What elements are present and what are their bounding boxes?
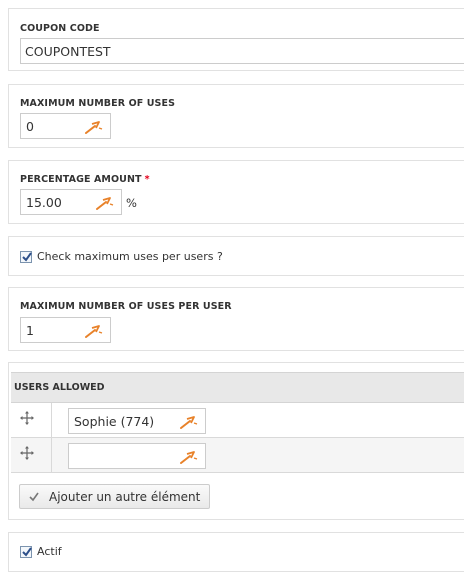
coupon-code-value: COUPONTEST bbox=[25, 44, 111, 59]
required-marker: * bbox=[144, 174, 150, 185]
actif-label: Actif bbox=[37, 545, 62, 558]
checkmark-icon bbox=[22, 252, 32, 262]
drag-handle-icon[interactable] bbox=[20, 411, 34, 425]
checkmark-icon bbox=[22, 547, 32, 557]
user-autocomplete-input[interactable]: Sophie (774) bbox=[68, 408, 206, 434]
add-another-item-label: Ajouter un autre élément bbox=[49, 490, 201, 504]
row-divider bbox=[51, 403, 52, 437]
user-autocomplete-input[interactable] bbox=[68, 443, 206, 469]
users-allowed-header: USERS ALLOWED bbox=[11, 372, 464, 403]
percentage-label: PERCENTAGE AMOUNT * bbox=[20, 174, 150, 185]
max-uses-per-user-label: MAXIMUM NUMBER OF USES PER USER bbox=[20, 301, 232, 312]
user-value: Sophie (774) bbox=[74, 414, 155, 429]
drag-handle-icon[interactable] bbox=[20, 446, 34, 460]
table-row: Sophie (774) bbox=[11, 403, 464, 438]
check-per-user-panel: Check maximum uses per users ? bbox=[8, 236, 464, 276]
actif-panel: Actif bbox=[8, 532, 464, 572]
coupon-code-label: COUPON CODE bbox=[20, 23, 100, 34]
add-another-item-button[interactable]: Ajouter un autre élément bbox=[19, 484, 210, 509]
max-uses-input[interactable]: 0 bbox=[20, 113, 111, 139]
autocomplete-wand-icon[interactable] bbox=[95, 195, 115, 211]
percentage-unit: % bbox=[126, 196, 137, 210]
coupon-code-input[interactable]: COUPONTEST bbox=[20, 38, 464, 64]
percentage-value: 15.00 bbox=[26, 195, 62, 210]
autocomplete-wand-icon[interactable] bbox=[84, 323, 104, 339]
percentage-input[interactable]: 15.00 bbox=[20, 189, 122, 215]
row-divider bbox=[51, 438, 52, 472]
table-row bbox=[11, 438, 464, 473]
check-per-user-checkbox[interactable] bbox=[20, 251, 32, 263]
max-uses-value: 0 bbox=[26, 119, 34, 134]
actif-checkbox[interactable] bbox=[20, 546, 32, 558]
coupon-code-panel: COUPON CODE COUPONTEST bbox=[8, 8, 464, 71]
max-uses-label: MAXIMUM NUMBER OF USES bbox=[20, 98, 176, 109]
percentage-panel: PERCENTAGE AMOUNT * 15.00 % bbox=[8, 160, 464, 224]
autocomplete-wand-icon[interactable] bbox=[179, 414, 199, 430]
check-per-user-label: Check maximum uses per users ? bbox=[37, 250, 223, 263]
users-allowed-title: USERS ALLOWED bbox=[14, 382, 105, 393]
checkmark-icon bbox=[29, 492, 39, 502]
percentage-label-text: PERCENTAGE AMOUNT bbox=[20, 174, 142, 185]
max-uses-per-user-input[interactable]: 1 bbox=[20, 317, 111, 343]
autocomplete-wand-icon[interactable] bbox=[84, 119, 104, 135]
max-uses-per-user-panel: MAXIMUM NUMBER OF USES PER USER 1 bbox=[8, 287, 464, 351]
max-uses-panel: MAXIMUM NUMBER OF USES 0 bbox=[8, 84, 464, 148]
users-allowed-panel: USERS ALLOWED Sophie (774) Ajouter un au… bbox=[8, 362, 464, 520]
max-uses-per-user-value: 1 bbox=[26, 323, 34, 338]
autocomplete-wand-icon[interactable] bbox=[179, 449, 199, 465]
